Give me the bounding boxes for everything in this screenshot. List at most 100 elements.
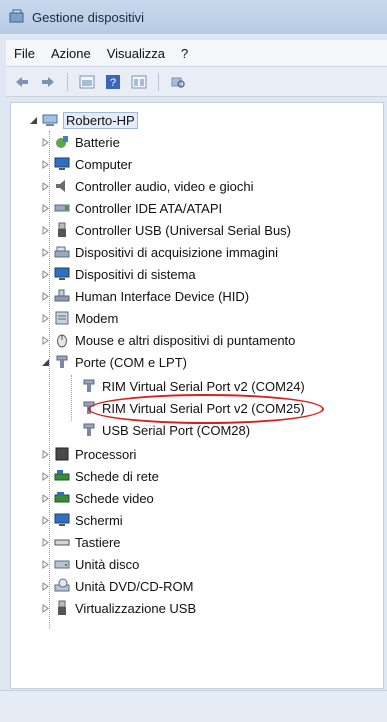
tree-item-label: Modem	[75, 310, 119, 326]
view-icon[interactable]	[129, 73, 149, 91]
collapse-triangle-icon[interactable]	[41, 358, 50, 367]
tree-item[interactable]: Batterie	[41, 131, 120, 153]
tree-item-label: Human Interface Device (HID)	[75, 288, 250, 304]
tree-item[interactable]: Unità DVD/CD-ROM	[41, 575, 193, 597]
menu-help[interactable]: ?	[173, 46, 196, 61]
processor-icon	[55, 447, 69, 461]
tree-item[interactable]: Dispositivi di sistema	[41, 263, 196, 285]
tree-item-label: Controller audio, video e giochi	[75, 178, 254, 194]
system-device-icon	[54, 267, 70, 280]
svg-text:?: ?	[110, 77, 116, 89]
tree-root[interactable]: Roberto-HP	[29, 109, 138, 131]
tree-item[interactable]: Schede di rete	[41, 465, 159, 487]
tree-item-label: Dispositivi di acquisizione immagini	[75, 244, 279, 260]
disk-drive-icon	[54, 560, 70, 569]
red-highlight-ellipse	[88, 394, 324, 424]
tree-item-label: Dispositivi di sistema	[75, 266, 196, 282]
tree-item[interactable]: Human Interface Device (HID)	[41, 285, 249, 307]
tree-item[interactable]: Tastiere	[41, 531, 121, 553]
hid-icon	[54, 289, 70, 302]
mouse-icon	[57, 334, 67, 348]
help-icon[interactable]: ?	[103, 73, 123, 91]
expand-triangle-icon[interactable]	[41, 313, 50, 323]
forward-arrow-icon[interactable]	[38, 73, 58, 91]
window-title: Gestione dispositivi	[32, 9, 144, 25]
tree-item-label: USB Serial Port (COM28)	[102, 422, 251, 438]
tree-item-ports[interactable]: Porte (COM e LPT)	[41, 351, 187, 373]
port-icon	[83, 423, 95, 436]
expand-triangle-icon[interactable]	[41, 581, 50, 591]
tree-item-label: Virtualizzazione USB	[75, 600, 197, 616]
expand-triangle-icon[interactable]	[41, 471, 50, 481]
device-manager-icon	[9, 9, 24, 23]
port-icon	[83, 379, 95, 392]
speaker-icon	[56, 180, 65, 192]
menu-azione[interactable]: Azione	[43, 46, 99, 61]
tree-item[interactable]: Mouse e altri dispositivi di puntamento	[41, 329, 295, 351]
expand-triangle-icon[interactable]	[41, 203, 50, 213]
tree-item[interactable]: Processori	[41, 443, 136, 465]
expand-triangle-icon[interactable]	[41, 603, 50, 613]
tree-item-label: Mouse e altri dispositivi di puntamento	[75, 332, 296, 348]
root-label: Roberto-HP	[63, 111, 138, 129]
title-bar: Gestione dispositivi	[0, 0, 387, 34]
usb-icon	[58, 222, 66, 237]
tree-item[interactable]: Controller IDE ATA/ATAPI	[41, 197, 222, 219]
tree-item-label: Unità DVD/CD-ROM	[75, 578, 194, 594]
expand-triangle-icon[interactable]	[41, 159, 50, 169]
usb-icon	[58, 600, 66, 615]
expand-triangle-icon[interactable]	[41, 515, 50, 525]
battery-icon	[56, 136, 68, 148]
menu-file[interactable]: File	[6, 46, 43, 61]
tree-guide-line	[71, 375, 72, 421]
tree-item-label: Processori	[75, 446, 137, 462]
tree-item[interactable]: Schermi	[41, 509, 123, 531]
back-arrow-icon[interactable]	[12, 73, 32, 91]
expand-triangle-icon[interactable]	[41, 247, 50, 257]
keyboard-icon	[54, 539, 70, 546]
menu-visualizza[interactable]: Visualizza	[99, 46, 173, 61]
expand-triangle-icon[interactable]	[41, 269, 50, 279]
status-bar	[0, 690, 387, 722]
tree-item-label: RIM Virtual Serial Port v2 (COM24)	[102, 378, 305, 394]
toolbar-separator	[67, 72, 68, 91]
tree-item[interactable]: Schede video	[41, 487, 154, 509]
expand-triangle-icon[interactable]	[41, 335, 50, 345]
computer-icon	[54, 157, 70, 170]
tree-item[interactable]: Controller audio, video e giochi	[41, 175, 254, 197]
expand-triangle-icon[interactable]	[41, 181, 50, 191]
tree-item-label: Controller IDE ATA/ATAPI	[75, 200, 223, 216]
network-icon	[54, 470, 70, 481]
expand-triangle-icon[interactable]	[41, 493, 50, 503]
tree-item-label: Tastiere	[75, 534, 121, 550]
expand-triangle-icon[interactable]	[41, 225, 50, 235]
properties-icon[interactable]	[77, 73, 97, 91]
modem-icon	[55, 311, 69, 325]
expand-triangle-icon[interactable]	[41, 537, 50, 547]
tree-item[interactable]: Modem	[41, 307, 118, 329]
port-icon	[56, 355, 68, 368]
dvd-icon	[54, 578, 70, 592]
tree-item-label: Batterie	[75, 134, 120, 150]
expand-triangle-icon[interactable]	[41, 449, 50, 459]
tree-item-label: Controller USB (Universal Serial Bus)	[75, 222, 292, 238]
tree-item[interactable]: Unità disco	[41, 553, 139, 575]
collapse-triangle-icon[interactable]	[29, 116, 38, 125]
expand-triangle-icon[interactable]	[41, 137, 50, 147]
tree-item-label: Porte (COM e LPT)	[75, 354, 187, 370]
tree-item-label: Schede video	[75, 490, 154, 506]
tree-item[interactable]: Controller USB (Universal Serial Bus)	[41, 219, 291, 241]
toolbar: ?	[6, 67, 387, 97]
tree-item-label: Schermi	[75, 512, 123, 528]
expand-triangle-icon[interactable]	[41, 559, 50, 569]
tree-item[interactable]: Computer	[41, 153, 132, 175]
scan-hardware-icon[interactable]	[168, 73, 188, 91]
device-manager-window: Gestione dispositivi File Azione Visuali…	[0, 0, 387, 722]
ide-controller-icon	[54, 204, 70, 212]
tree-item[interactable]: Virtualizzazione USB	[41, 597, 196, 619]
expand-triangle-icon[interactable]	[41, 291, 50, 301]
display-adapter-icon	[54, 492, 70, 503]
tree-item[interactable]: Dispositivi di acquisizione immagini	[41, 241, 278, 263]
tree-item-label: Schede di rete	[75, 468, 159, 484]
monitor-icon	[54, 513, 70, 526]
